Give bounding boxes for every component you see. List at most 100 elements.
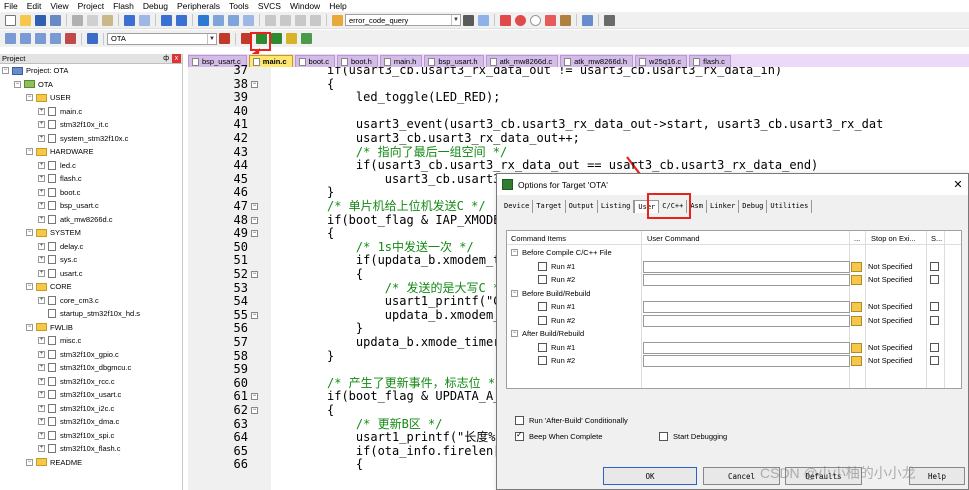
expand-icon[interactable]: +: [38, 377, 45, 385]
tree-item[interactable]: − SYSTEM: [0, 226, 182, 240]
debug-session-icon[interactable]: [500, 14, 511, 26]
tree-item[interactable]: + atk_mw8266d.c: [0, 213, 182, 227]
tree-item[interactable]: − HARDWARE: [0, 145, 182, 159]
fold-toggle-icon[interactable]: −: [251, 80, 258, 88]
tree-item[interactable]: + delay.c: [0, 240, 182, 254]
tree-item[interactable]: + stm32f10x_usart.c: [0, 388, 182, 402]
editor-tab[interactable]: main.c: [248, 55, 293, 67]
chevron-down-icon[interactable]: ▼: [207, 33, 216, 44]
expand-icon[interactable]: +: [38, 350, 45, 358]
unindent-icon[interactable]: [280, 14, 291, 26]
tree-item[interactable]: + bsp_usart.c: [0, 199, 182, 213]
dialog-tab-listing[interactable]: Listing: [598, 200, 635, 213]
menu-item-tools[interactable]: Tools: [229, 1, 249, 11]
expand-icon[interactable]: +: [38, 337, 45, 345]
build-icon[interactable]: [20, 33, 31, 44]
command-run-row[interactable]: Run #2 Not Specified: [507, 314, 961, 328]
start-debugging-checkbox[interactable]: [659, 432, 668, 441]
collapse-icon[interactable]: −: [26, 283, 33, 291]
tree-item[interactable]: + led.c: [0, 159, 182, 173]
stop-on-exit-value[interactable]: Not Specified: [868, 275, 913, 284]
collapse-icon[interactable]: −: [26, 323, 33, 331]
expand-icon[interactable]: +: [38, 134, 45, 142]
next-bookmark-icon[interactable]: [228, 14, 239, 26]
tree-item[interactable]: + stm32f10x_flash.c: [0, 442, 182, 456]
show-console-checkbox[interactable]: [930, 302, 939, 311]
run-time-environment-icon[interactable]: [286, 33, 297, 44]
menu-item-edit[interactable]: Edit: [27, 1, 42, 11]
expand-icon[interactable]: +: [38, 431, 45, 439]
expand-icon[interactable]: +: [38, 296, 45, 304]
prev-bookmark-icon[interactable]: [213, 14, 224, 26]
redo-icon[interactable]: [139, 14, 150, 26]
help-button[interactable]: Help: [909, 467, 965, 485]
close-icon[interactable]: x: [172, 54, 181, 63]
find-icon[interactable]: [463, 14, 474, 26]
menu-item-help[interactable]: Help: [329, 1, 346, 11]
comment-icon[interactable]: [295, 14, 306, 26]
fold-toggle-icon[interactable]: −: [251, 311, 258, 319]
command-run-row[interactable]: Run #2 Not Specified: [507, 273, 961, 287]
tree-item[interactable]: startup_stm32f10x_hd.s: [0, 307, 182, 321]
command-run-row[interactable]: Run #2 Not Specified: [507, 354, 961, 368]
configure-icon[interactable]: [604, 14, 615, 26]
bookmark-icon[interactable]: [198, 14, 209, 26]
expand-icon[interactable]: +: [38, 121, 45, 129]
dialog-tab-linker[interactable]: Linker: [707, 200, 740, 213]
find-in-files-icon[interactable]: [332, 14, 343, 26]
stop-on-exit-value[interactable]: Not Specified: [868, 316, 913, 325]
show-console-checkbox[interactable]: [930, 356, 939, 365]
stop-on-exit-value[interactable]: Not Specified: [868, 262, 913, 271]
fold-toggle-icon[interactable]: −: [251, 203, 258, 210]
tree-item[interactable]: + boot.c: [0, 186, 182, 200]
fold-toggle-icon[interactable]: −: [251, 216, 258, 224]
dialog-tab-output[interactable]: Output: [566, 200, 598, 213]
tree-item[interactable]: + stm32f10x_spi.c: [0, 429, 182, 443]
user-command-field[interactable]: [643, 274, 850, 286]
collapse-icon[interactable]: −: [2, 67, 9, 75]
expand-icon[interactable]: +: [38, 364, 45, 372]
tree-item[interactable]: − CORE: [0, 280, 182, 294]
undo-icon[interactable]: [124, 14, 135, 26]
run-enable-checkbox[interactable]: [538, 275, 547, 284]
expand-icon[interactable]: +: [38, 404, 45, 412]
select-packs-icon[interactable]: [271, 33, 282, 44]
editor-tab[interactable]: w25q16.c: [635, 55, 688, 67]
tree-item[interactable]: + main.c: [0, 105, 182, 119]
tree-item[interactable]: + stm32f10x_it.c: [0, 118, 182, 132]
show-console-checkbox[interactable]: [930, 261, 939, 271]
run-enable-checkbox[interactable]: [538, 261, 547, 271]
kill-breakpoints-icon[interactable]: [545, 14, 556, 26]
editor-tab[interactable]: boot.c: [294, 55, 335, 67]
menu-item-view[interactable]: View: [50, 1, 68, 11]
tree-item[interactable]: + core_cm3.c: [0, 294, 182, 308]
tree-item[interactable]: + sys.c: [0, 253, 182, 267]
expand-icon[interactable]: +: [38, 188, 45, 196]
command-run-row[interactable]: Run #1 Not Specified: [507, 260, 961, 274]
browse-folder-icon[interactable]: [851, 356, 862, 366]
browse-folder-icon[interactable]: [851, 261, 862, 272]
disable-breakpoint-icon[interactable]: [530, 14, 541, 26]
show-console-checkbox[interactable]: [930, 315, 939, 325]
command-run-row[interactable]: Run #1 Not Specified: [507, 341, 961, 355]
collapse-icon[interactable]: −: [26, 229, 33, 237]
expand-icon[interactable]: +: [38, 107, 45, 115]
show-console-checkbox[interactable]: [930, 342, 939, 352]
user-command-field[interactable]: [643, 260, 850, 273]
nav-forward-icon[interactable]: [176, 14, 187, 26]
user-command-field[interactable]: [643, 341, 850, 354]
expand-icon[interactable]: +: [38, 418, 45, 426]
tree-item[interactable]: + stm32f10x_i2c.c: [0, 402, 182, 416]
stop-on-exit-value[interactable]: Not Specified: [868, 302, 913, 311]
browse-folder-icon[interactable]: [851, 315, 862, 326]
menu-item-peripherals[interactable]: Peripherals: [177, 1, 220, 11]
close-icon[interactable]: ✕: [948, 178, 968, 191]
dialog-tab-device[interactable]: Device: [501, 200, 534, 213]
expand-icon[interactable]: +: [38, 202, 45, 210]
beep-option[interactable]: Beep When Complete: [515, 430, 602, 441]
tree-item[interactable]: + system_stm32f10x.c: [0, 132, 182, 146]
breakpoint-icon[interactable]: [515, 14, 526, 26]
tree-item[interactable]: − Project: OTA: [0, 64, 182, 78]
expand-icon[interactable]: +: [38, 256, 45, 264]
tree-item[interactable]: − FWLIB: [0, 321, 182, 335]
